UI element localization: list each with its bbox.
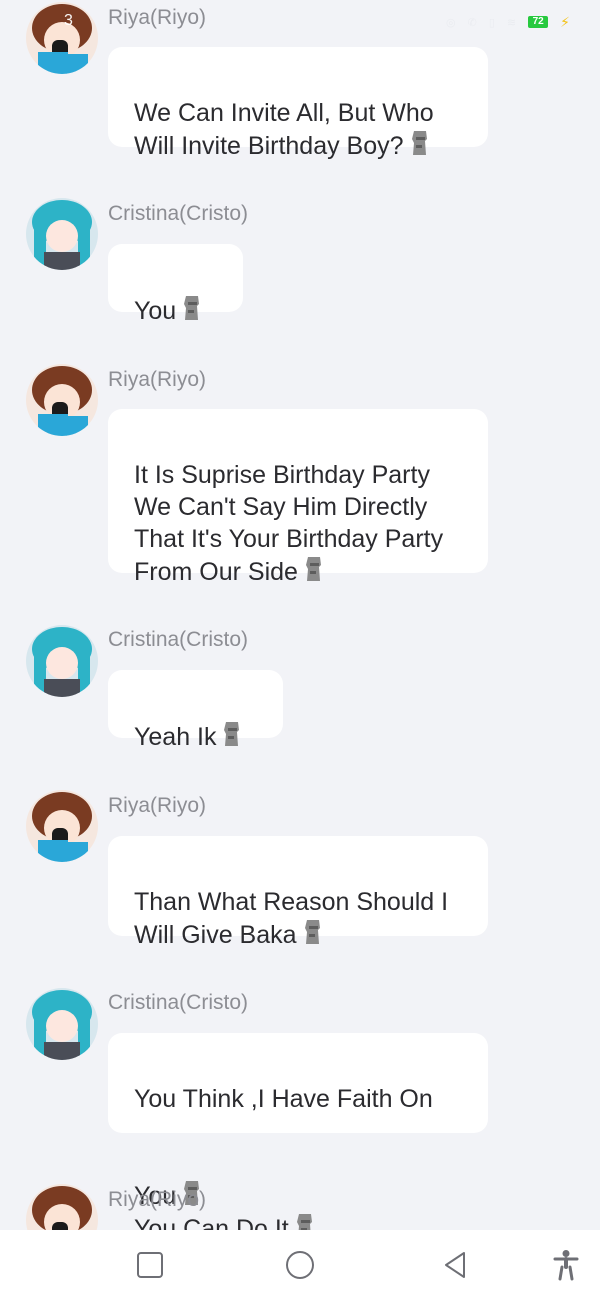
status-bar: ◎ ✆ ▯ ≋ 72 ⚡ bbox=[446, 10, 570, 34]
riya-avatar[interactable] bbox=[26, 790, 98, 862]
moai-emoji-icon bbox=[222, 720, 242, 748]
sender-name: Cristina(Cristo) bbox=[108, 202, 249, 225]
message-text: You bbox=[134, 297, 177, 325]
circle-icon bbox=[286, 1251, 314, 1279]
sender-name: Cristina(Cristo) bbox=[108, 628, 249, 651]
riya-avatar[interactable] bbox=[26, 1184, 98, 1230]
moai-emoji-icon bbox=[410, 129, 430, 157]
moai-emoji-icon bbox=[303, 918, 323, 946]
message-text: You Can Do It bbox=[134, 1215, 289, 1230]
message-bubble[interactable]: We Can Invite All, But Who Will Invite B… bbox=[108, 47, 488, 160]
cristina-avatar[interactable] bbox=[26, 198, 98, 270]
cristina-avatar[interactable] bbox=[26, 988, 98, 1060]
message-bubble[interactable]: It Is Suprise Birthday Party We Can't Sa… bbox=[108, 409, 488, 586]
riya-avatar[interactable] bbox=[26, 2, 98, 74]
battery-indicator: 72 bbox=[528, 16, 549, 28]
message-text: It Is Suprise Birthday Party We Can't Sa… bbox=[134, 461, 444, 586]
sender-name: Riya(Riyo) bbox=[108, 794, 207, 817]
back-button[interactable] bbox=[438, 1248, 472, 1282]
message-bubble[interactable]: You Think ,I Have Faith On You You Can D… bbox=[108, 1033, 488, 1230]
back-triangle-icon bbox=[445, 1252, 465, 1278]
system-navigation-bar bbox=[0, 1230, 600, 1300]
moai-emoji-icon bbox=[295, 1212, 315, 1230]
message-bubble[interactable]: You bbox=[108, 244, 243, 325]
wifi-icon: ≋ bbox=[506, 16, 517, 29]
chat-list[interactable]: Riya(Riyo) We Can Invite All, But Who Wi… bbox=[0, 0, 600, 1230]
eye-icon: ◎ bbox=[446, 16, 456, 29]
message-text: Than What Reason Should I Will Give Baka bbox=[134, 888, 449, 949]
call-icon: ✆ bbox=[467, 16, 477, 29]
sender-name: Riya(Riyo) bbox=[108, 6, 207, 29]
message-text: Yeah Ik bbox=[134, 723, 217, 751]
charging-icon: ⚡ bbox=[560, 13, 570, 30]
network-speed-icon: ▯ bbox=[488, 16, 495, 29]
moai-emoji-icon bbox=[304, 555, 324, 583]
accessibility-button[interactable] bbox=[549, 1248, 583, 1282]
accessibility-icon bbox=[553, 1250, 579, 1281]
message-bubble[interactable]: Yeah Ik bbox=[108, 670, 283, 751]
sender-name: Cristina(Cristo) bbox=[108, 991, 249, 1014]
cristina-avatar[interactable] bbox=[26, 625, 98, 697]
message-bubble[interactable]: Than What Reason Should I Will Give Baka bbox=[108, 836, 488, 949]
square-icon bbox=[137, 1252, 163, 1278]
sender-name: Riya(Riyo) bbox=[108, 1188, 207, 1211]
recent-apps-button[interactable] bbox=[133, 1248, 167, 1282]
home-button[interactable] bbox=[283, 1248, 317, 1282]
message-text-line: You Think ,I Have Faith On bbox=[134, 1085, 433, 1113]
message-text: We Can Invite All, But Who Will Invite B… bbox=[134, 99, 434, 160]
riya-avatar[interactable] bbox=[26, 364, 98, 436]
status-time: 3 bbox=[64, 12, 73, 29]
moai-emoji-icon bbox=[182, 294, 202, 322]
sender-name: Riya(Riyo) bbox=[108, 368, 207, 391]
